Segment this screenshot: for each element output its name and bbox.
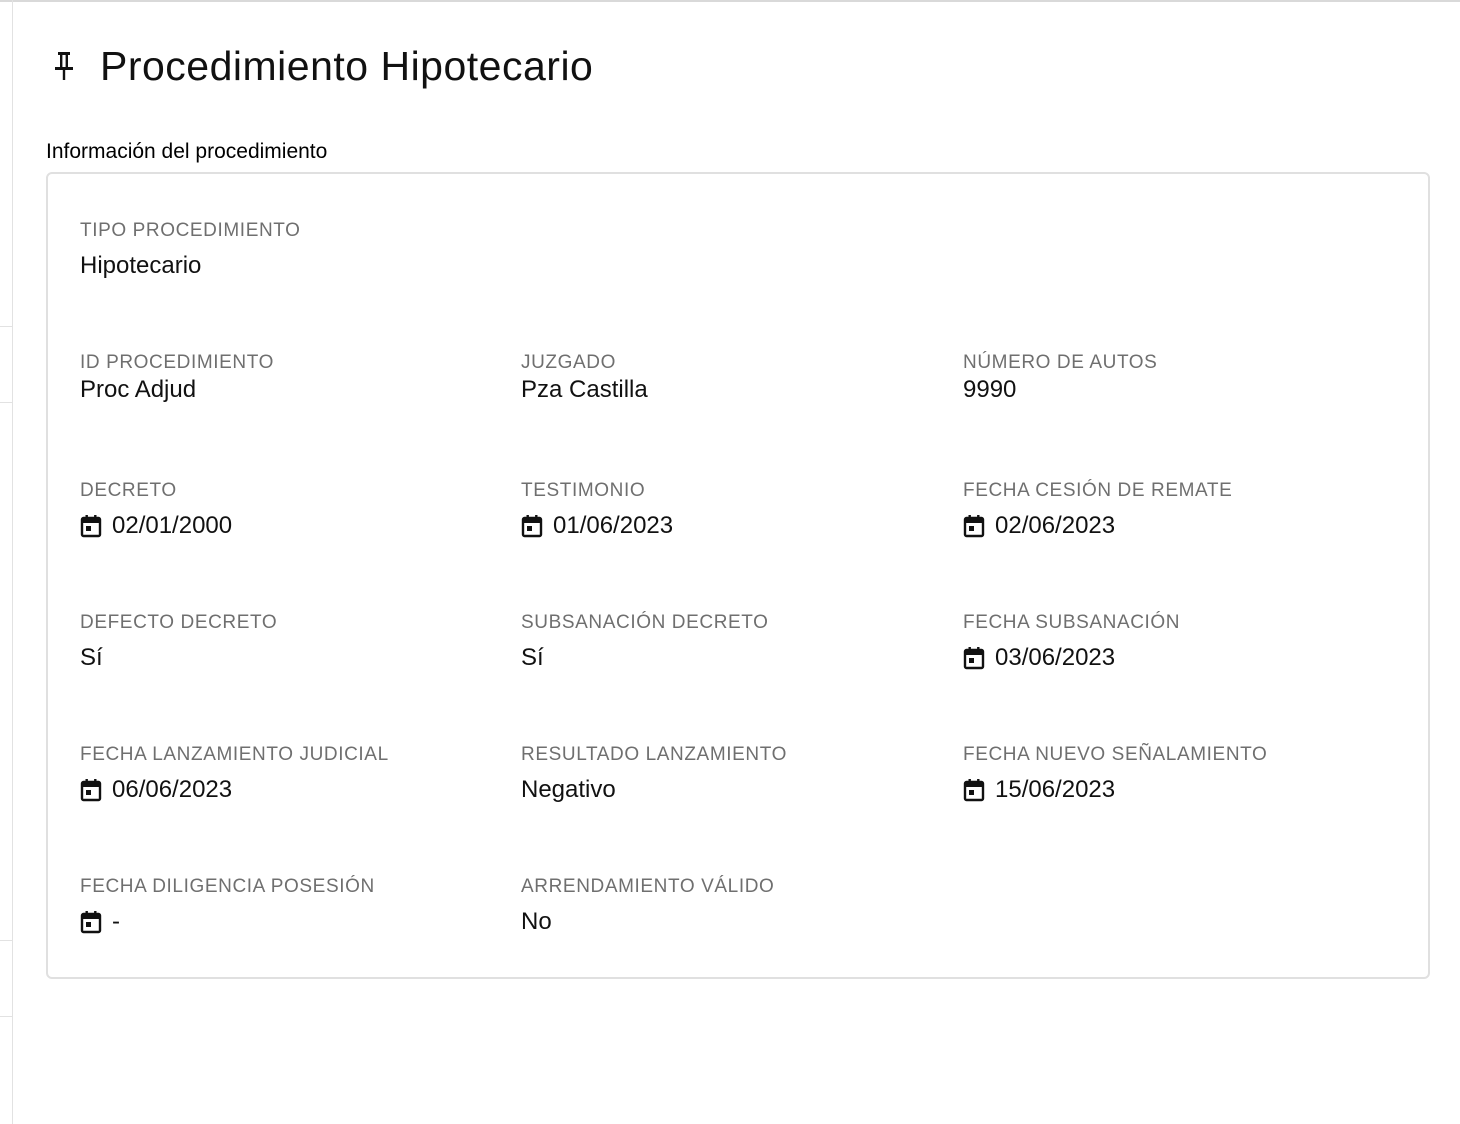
field-value: Sí — [80, 643, 500, 673]
field-subsanacion-decreto: SUBSANACIÓN DECRETO Sí — [521, 611, 941, 673]
field-value-text: 9990 — [963, 376, 1017, 403]
field-value-text: No — [521, 908, 552, 935]
field-label: ID PROCEDIMIENTO — [80, 352, 274, 373]
field-value: 06/06/2023 — [80, 775, 500, 805]
calendar-icon — [80, 514, 102, 538]
field-label: FECHA DILIGENCIA POSESIÓN — [80, 876, 375, 897]
calendar-icon — [521, 514, 543, 538]
field-value: 9990 — [963, 375, 1383, 405]
rail-divider — [0, 326, 13, 327]
field-label: SUBSANACIÓN DECRETO — [521, 612, 769, 633]
field-value: Negativo — [521, 775, 941, 805]
field-id-procedimiento: ID PROCEDIMIENTO Proc Adjud — [80, 351, 500, 405]
field-value: 15/06/2023 — [963, 775, 1383, 805]
calendar-icon — [963, 778, 985, 802]
pin-icon[interactable] — [50, 46, 78, 86]
field-value-text: 06/06/2023 — [112, 776, 233, 803]
field-value-text: Hipotecario — [80, 252, 202, 279]
rail-divider — [0, 1016, 13, 1017]
calendar-icon — [963, 514, 985, 538]
field-label: RESULTADO LANZAMIENTO — [521, 744, 787, 765]
calendar-icon — [80, 778, 102, 802]
field-value: 02/01/2000 — [80, 511, 500, 541]
field-label: FECHA LANZAMIENTO JUDICIAL — [80, 744, 389, 765]
field-value-text: Proc Adjud — [80, 376, 197, 403]
page-title: Procedimiento Hipotecario — [100, 42, 594, 89]
field-label: ARRENDAMIENTO VÁLIDO — [521, 876, 775, 897]
field-testimonio: TESTIMONIO 01/06/2023 — [521, 479, 941, 541]
field-fecha-nuevo-senalamiento: FECHA NUEVO SEÑALAMIENTO 15/06/2023 — [963, 743, 1383, 805]
field-juzgado: JUZGADO Pza Castilla — [521, 351, 941, 405]
field-value-text: 01/06/2023 — [553, 512, 674, 539]
field-label: NÚMERO DE AUTOS — [963, 352, 1158, 373]
field-decreto: DECRETO 02/01/2000 — [80, 479, 500, 541]
field-tipo-procedimiento: TIPO PROCEDIMIENTO Hipotecario — [80, 219, 500, 281]
field-numero-autos: NÚMERO DE AUTOS 9990 — [963, 351, 1383, 405]
field-value-text: - — [112, 908, 120, 935]
field-value: 03/06/2023 — [963, 643, 1383, 673]
field-value-text: 02/06/2023 — [995, 512, 1116, 539]
calendar-icon — [80, 910, 102, 934]
field-value: - — [80, 907, 500, 937]
field-label: JUZGADO — [521, 352, 616, 373]
page-header: Procedimiento Hipotecario — [50, 38, 593, 94]
field-value: 01/06/2023 — [521, 511, 941, 541]
field-fecha-cesion-remate: FECHA CESIÓN DE REMATE 02/06/2023 — [963, 479, 1383, 541]
field-value: No — [521, 907, 941, 937]
field-value-text: 03/06/2023 — [995, 644, 1116, 671]
field-label: FECHA SUBSANACIÓN — [963, 612, 1181, 633]
field-label: DEFECTO DECRETO — [80, 612, 278, 633]
calendar-icon — [963, 646, 985, 670]
field-label: DECRETO — [80, 480, 177, 501]
section-title: Información del procedimiento — [46, 140, 328, 163]
field-value-text: Negativo — [521, 776, 616, 803]
field-value-text: Pza Castilla — [521, 376, 648, 403]
field-resultado-lanzamiento: RESULTADO LANZAMIENTO Negativo — [521, 743, 941, 805]
procedure-info-card: TIPO PROCEDIMIENTO Hipotecario ID PROCED… — [46, 172, 1430, 979]
field-label: FECHA NUEVO SEÑALAMIENTO — [963, 744, 1268, 765]
field-fecha-subsanacion: FECHA SUBSANACIÓN 03/06/2023 — [963, 611, 1383, 673]
field-label: TIPO PROCEDIMIENTO — [80, 220, 301, 241]
field-value-text: Sí — [80, 644, 103, 671]
field-value-text: 15/06/2023 — [995, 776, 1116, 803]
left-rail — [0, 0, 13, 1124]
rail-divider — [0, 402, 13, 403]
field-arrendamiento-valido: ARRENDAMIENTO VÁLIDO No — [521, 875, 941, 937]
field-label: FECHA CESIÓN DE REMATE — [963, 480, 1233, 501]
field-label: TESTIMONIO — [521, 480, 646, 501]
field-value-text: 02/01/2000 — [112, 512, 233, 539]
field-fecha-diligencia-posesion: FECHA DILIGENCIA POSESIÓN - — [80, 875, 500, 937]
top-divider — [0, 0, 1460, 2]
field-value: Sí — [521, 643, 941, 673]
field-value: 02/06/2023 — [963, 511, 1383, 541]
field-value: Hipotecario — [80, 251, 500, 281]
field-defecto-decreto: DEFECTO DECRETO Sí — [80, 611, 500, 673]
rail-divider — [0, 940, 13, 941]
field-value-text: Sí — [521, 644, 544, 671]
field-value: Proc Adjud — [80, 375, 500, 405]
field-value: Pza Castilla — [521, 375, 941, 405]
field-fecha-lanzamiento-judicial: FECHA LANZAMIENTO JUDICIAL 06/06/2023 — [80, 743, 500, 805]
